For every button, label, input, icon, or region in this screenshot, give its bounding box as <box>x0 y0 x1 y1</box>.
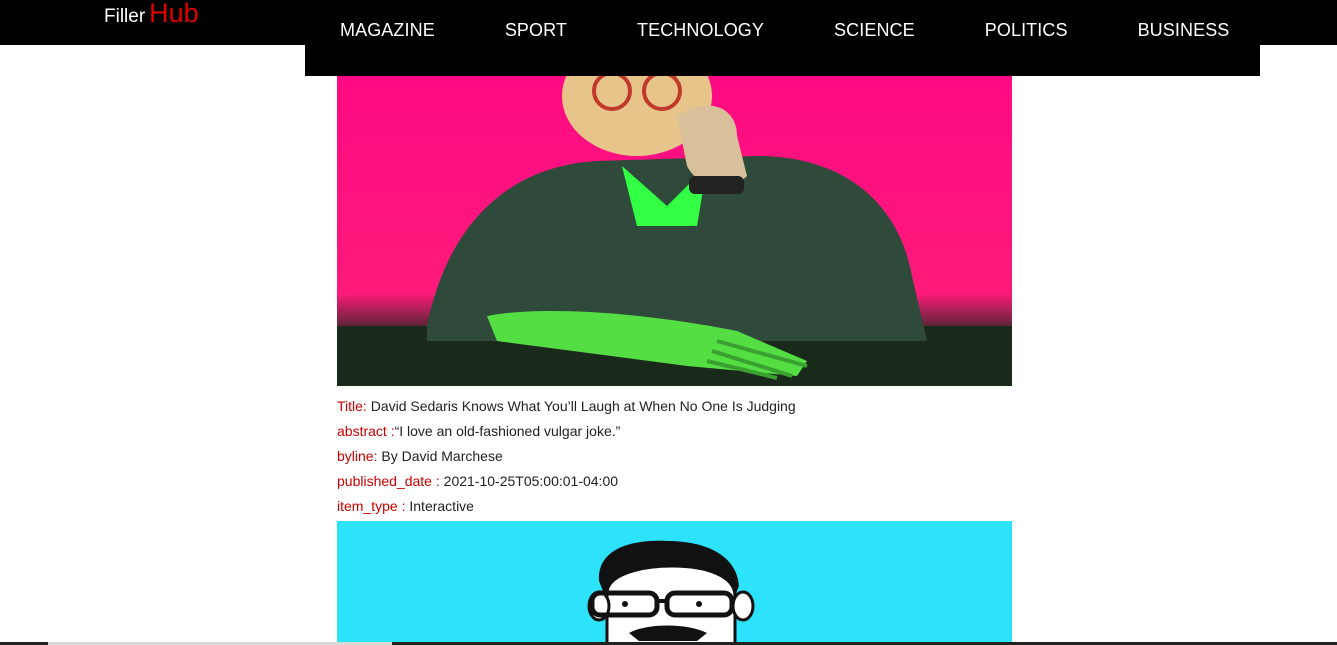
nav-item-sport[interactable]: SPORT <box>505 20 567 41</box>
article-published-date: 2021-10-25T05:00:01-04:00 <box>443 473 619 489</box>
byline-label: byline: <box>337 448 378 464</box>
sketch-portrait <box>587 540 755 645</box>
title-label: Title: <box>337 398 367 414</box>
article-byline: By David Marchese <box>381 448 503 464</box>
portrait-illustration <box>337 76 1012 386</box>
article-abstract: “I love an old-fashioned vulgar joke.” <box>394 423 621 439</box>
meta-abstract-row: abstract :“I love an old-fashioned vulga… <box>337 419 1012 444</box>
article-item-type: Interactive <box>409 498 474 514</box>
site-logo[interactable]: Filler Hub <box>104 0 199 34</box>
meta-title-row: Title: David Sedaris Knows What You’ll L… <box>337 394 1012 419</box>
abstract-label: abstract : <box>337 423 395 439</box>
nav-item-politics[interactable]: POLITICS <box>985 20 1068 41</box>
logo-text-first: Filler <box>104 6 146 27</box>
article-image[interactable] <box>337 76 1012 386</box>
logo-text-second: Hub <box>149 0 199 28</box>
meta-published-row: published_date : 2021-10-25T05:00:01-04:… <box>337 469 1012 494</box>
article-meta: Title: David Sedaris Knows What You’ll L… <box>337 386 1012 519</box>
nav-item-magazine[interactable]: MAGAZINE <box>340 20 435 41</box>
next-article-image[interactable] <box>337 521 1012 645</box>
published-date-label: published_date : <box>337 473 440 489</box>
nav-item-technology[interactable]: TECHNOLOGY <box>637 20 764 41</box>
article-title[interactable]: David Sedaris Knows What You’ll Laugh at… <box>371 398 796 414</box>
meta-byline-row: byline: By David Marchese <box>337 444 1012 469</box>
nav-item-business[interactable]: BUSINESS <box>1138 20 1230 41</box>
item-type-label: item_type : <box>337 498 406 514</box>
nav-item-science[interactable]: SCIENCE <box>834 20 915 41</box>
article-card: Title: David Sedaris Knows What You’ll L… <box>337 76 1012 519</box>
main-nav: MAGAZINE SPORT TECHNOLOGY SCIENCE POLITI… <box>305 0 1260 76</box>
meta-item-type-row: item_type : Interactive <box>337 494 1012 519</box>
